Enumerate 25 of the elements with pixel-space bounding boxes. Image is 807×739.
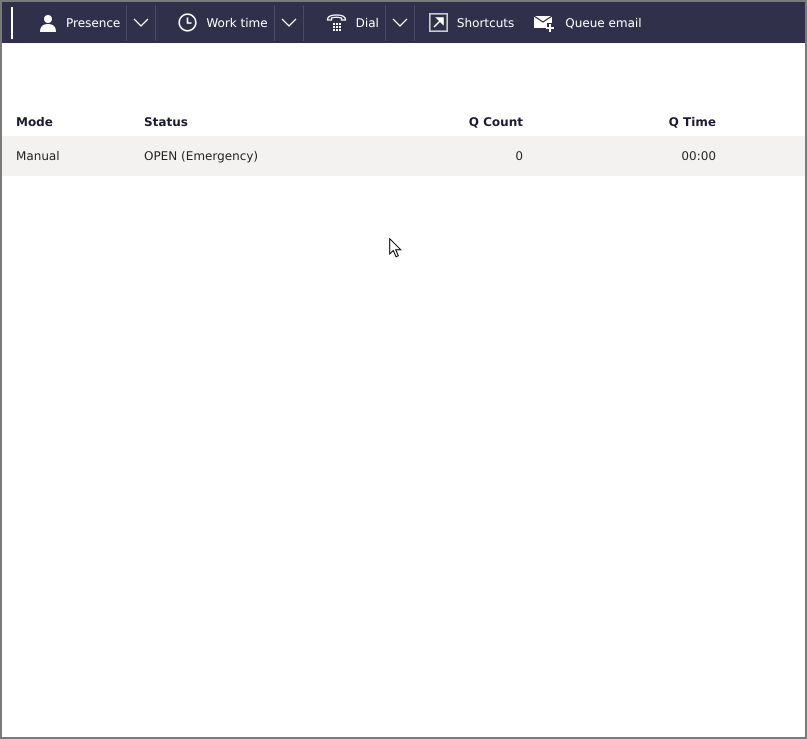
toolbar-button[interactable]: Work time bbox=[178, 2, 268, 43]
clock-icon bbox=[178, 13, 198, 32]
person-icon bbox=[39, 14, 57, 32]
dropdown-button[interactable] bbox=[133, 18, 150, 27]
chevron-down-icon bbox=[392, 18, 408, 27]
table-cell-text: 0 bbox=[514, 149, 523, 163]
phone-icon bbox=[326, 12, 347, 32]
table-cell-text: 00:00 bbox=[680, 149, 716, 163]
chevron-down-icon bbox=[280, 18, 297, 27]
column-header: Mode bbox=[16, 115, 54, 129]
cursor-icon bbox=[389, 238, 402, 258]
toolbar-button[interactable]: Queue email bbox=[534, 2, 642, 43]
toolbar-button[interactable]: Shortcuts bbox=[428, 2, 514, 43]
chevron-down-icon bbox=[133, 18, 150, 27]
dropdown-button[interactable] bbox=[280, 18, 297, 27]
toolbar-button[interactable]: Dial bbox=[326, 2, 379, 43]
envelope-plus-icon bbox=[534, 14, 556, 32]
column-header: Q Count bbox=[468, 115, 523, 129]
table-cell-text: OPEN (Emergency) bbox=[144, 149, 260, 163]
column-header: Q Time bbox=[668, 115, 716, 129]
table-cell-text: Manual bbox=[16, 149, 61, 163]
table-row[interactable]: Manual OPEN (Emergency) 0 00:00 bbox=[2, 136, 805, 176]
toolbar-button[interactable]: Presence bbox=[39, 2, 120, 43]
column-header: Status bbox=[144, 115, 189, 129]
dropdown-button[interactable] bbox=[392, 18, 408, 27]
